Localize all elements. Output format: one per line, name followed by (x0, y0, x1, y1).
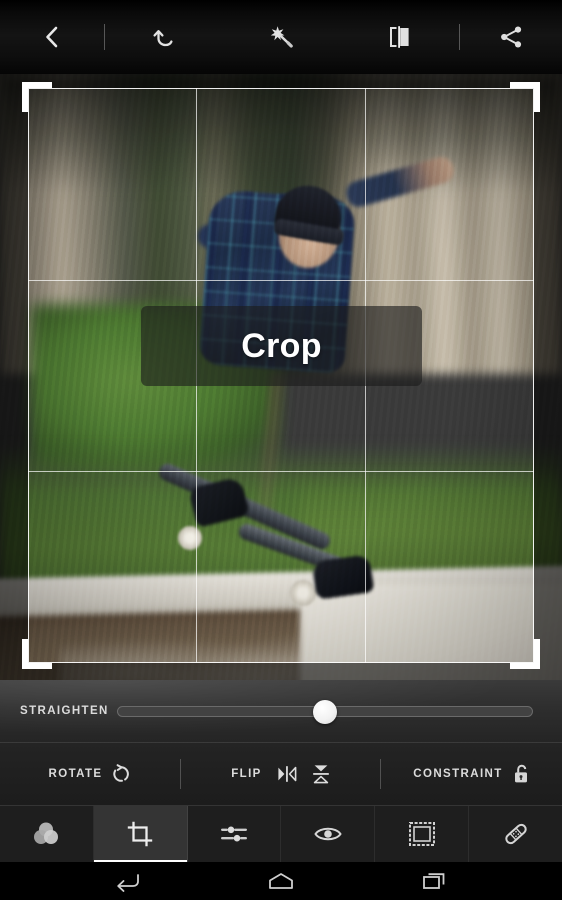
crop-dim-right (534, 88, 562, 663)
crop-grid-hline-2 (28, 471, 534, 472)
chevron-left-icon[interactable] (41, 24, 63, 50)
tab-crop[interactable] (93, 806, 188, 862)
divider (459, 24, 460, 50)
tool-name-overlay: Crop (141, 306, 422, 386)
before-after-icon[interactable] (387, 25, 413, 49)
back-button[interactable] (0, 0, 104, 74)
constraint-label: CONSTRAINT (413, 768, 503, 780)
flip-horizontal-icon[interactable] (275, 765, 299, 783)
photo-editor-app: Crop STRAIGHTEN ROTATE FLIP CONSTRAINT (0, 0, 562, 900)
color-circles-icon (31, 820, 61, 848)
tab-looks[interactable] (0, 806, 94, 862)
bandage-icon (502, 820, 530, 848)
crop-dim-left (0, 88, 28, 663)
sliders-icon (219, 822, 249, 846)
tool-name-overlay-text: Crop (241, 326, 322, 365)
lock-open-icon[interactable] (512, 763, 530, 785)
crop-handle-top-left[interactable] (22, 82, 52, 112)
straighten-label: STRAIGHTEN (20, 705, 109, 717)
constraint-button[interactable]: CONSTRAINT (381, 763, 562, 785)
auto-enhance-button[interactable] (222, 0, 341, 74)
straighten-row: STRAIGHTEN (0, 680, 562, 742)
android-navigation-bar (0, 862, 562, 900)
divider (104, 24, 105, 50)
frame-icon (408, 821, 436, 847)
crop-handle-top-right[interactable] (510, 82, 540, 112)
eye-icon (313, 823, 343, 845)
android-back-icon[interactable] (112, 870, 142, 892)
crop-grid-hline-1 (28, 280, 534, 281)
share-button[interactable] (460, 0, 562, 74)
android-home-button[interactable] (258, 862, 304, 900)
crop-icon (126, 820, 154, 848)
android-back-button[interactable] (104, 862, 150, 900)
crop-handle-bottom-right[interactable] (510, 639, 540, 669)
crop-handle-bottom-left[interactable] (22, 639, 52, 669)
tab-red-eye[interactable] (281, 806, 376, 862)
flip-controls: FLIP (181, 762, 380, 786)
straighten-slider[interactable] (117, 680, 533, 742)
top-toolbar (0, 0, 562, 74)
rotate-cw-icon[interactable] (111, 764, 131, 784)
straighten-slider-thumb[interactable] (313, 700, 337, 724)
rotate-label: ROTATE (48, 768, 103, 780)
crop-dim-bottom (0, 663, 562, 680)
flip-vertical-icon[interactable] (312, 762, 330, 786)
tab-spot-heal[interactable] (469, 806, 562, 862)
undo-arrow-icon[interactable] (151, 24, 177, 50)
crop-options-panel: STRAIGHTEN ROTATE FLIP CONSTRAINT (0, 680, 562, 805)
tab-borders[interactable] (375, 806, 470, 862)
compare-button[interactable] (341, 0, 459, 74)
crop-dim-top (0, 74, 562, 88)
undo-button[interactable] (105, 0, 222, 74)
tool-tab-bar (0, 805, 562, 862)
magic-wand-icon[interactable] (268, 23, 296, 51)
android-recents-icon[interactable] (422, 870, 448, 892)
flip-label: FLIP (231, 768, 262, 780)
rotate-button[interactable]: ROTATE (0, 764, 180, 784)
share-icon[interactable] (498, 24, 524, 50)
android-recents-button[interactable] (412, 862, 458, 900)
photo-canvas[interactable]: Crop (0, 74, 562, 680)
tab-adjustments[interactable] (188, 806, 282, 862)
android-home-icon[interactable] (266, 871, 296, 891)
crop-tools-row: ROTATE FLIP CONSTRAINT (0, 743, 562, 805)
